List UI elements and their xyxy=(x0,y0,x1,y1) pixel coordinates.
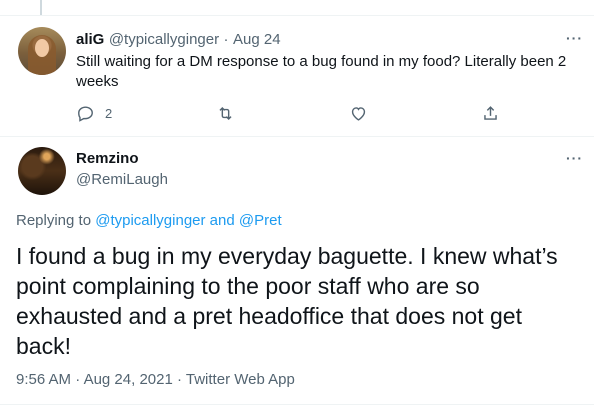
share-button[interactable] xyxy=(481,104,500,123)
like-button[interactable] xyxy=(349,104,368,123)
handle[interactable]: @typicallyginger xyxy=(109,31,219,48)
retweet-button[interactable] xyxy=(216,104,235,123)
replying-to: Replying to @typicallyginger and @Pret xyxy=(16,212,282,229)
display-name[interactable]: Remzino xyxy=(76,150,139,167)
tweet-text: I found a bug in my everyday baguette. I… xyxy=(16,243,558,359)
replying-prefix: Replying to xyxy=(16,212,92,229)
display-name[interactable]: aliG xyxy=(76,31,104,48)
tweet-source[interactable]: Twitter Web App xyxy=(186,371,295,388)
like-icon xyxy=(351,107,366,121)
tweet-header: aliG @typicallyginger · Aug 24 xyxy=(76,31,281,49)
tweet-timestamp: 9:56 AM · Aug 24, 2021 · Twitter Web App xyxy=(16,371,295,388)
mention-link[interactable]: @Pret xyxy=(239,212,282,229)
reply-icon xyxy=(78,106,93,122)
reply-count: 2 xyxy=(105,106,113,121)
retweet-icon xyxy=(219,106,232,121)
divider xyxy=(0,15,594,16)
share-icon xyxy=(484,106,497,120)
separator: · xyxy=(75,371,81,388)
divider xyxy=(0,136,594,137)
tweet-text: Still waiting for a DM response to a bug… xyxy=(76,53,567,90)
replying-and[interactable]: and xyxy=(210,212,235,229)
thread-connector-line xyxy=(40,0,42,16)
tweet-time[interactable]: 9:56 AM xyxy=(16,371,71,388)
handle[interactable]: @RemiLaugh xyxy=(76,171,168,188)
avatar[interactable] xyxy=(18,27,66,75)
separator: · xyxy=(176,371,182,388)
more-icon[interactable]: ··· xyxy=(566,150,583,166)
avatar[interactable] xyxy=(18,147,66,195)
more-icon[interactable]: ··· xyxy=(566,30,583,46)
reply-button[interactable]: 2 xyxy=(76,104,112,123)
separator: · xyxy=(223,31,229,48)
divider xyxy=(0,404,594,405)
tweet-date[interactable]: Aug 24 xyxy=(233,31,281,48)
tweet-date[interactable]: Aug 24, 2021 xyxy=(84,371,173,388)
mention-link[interactable]: @typicallyginger xyxy=(95,212,205,229)
